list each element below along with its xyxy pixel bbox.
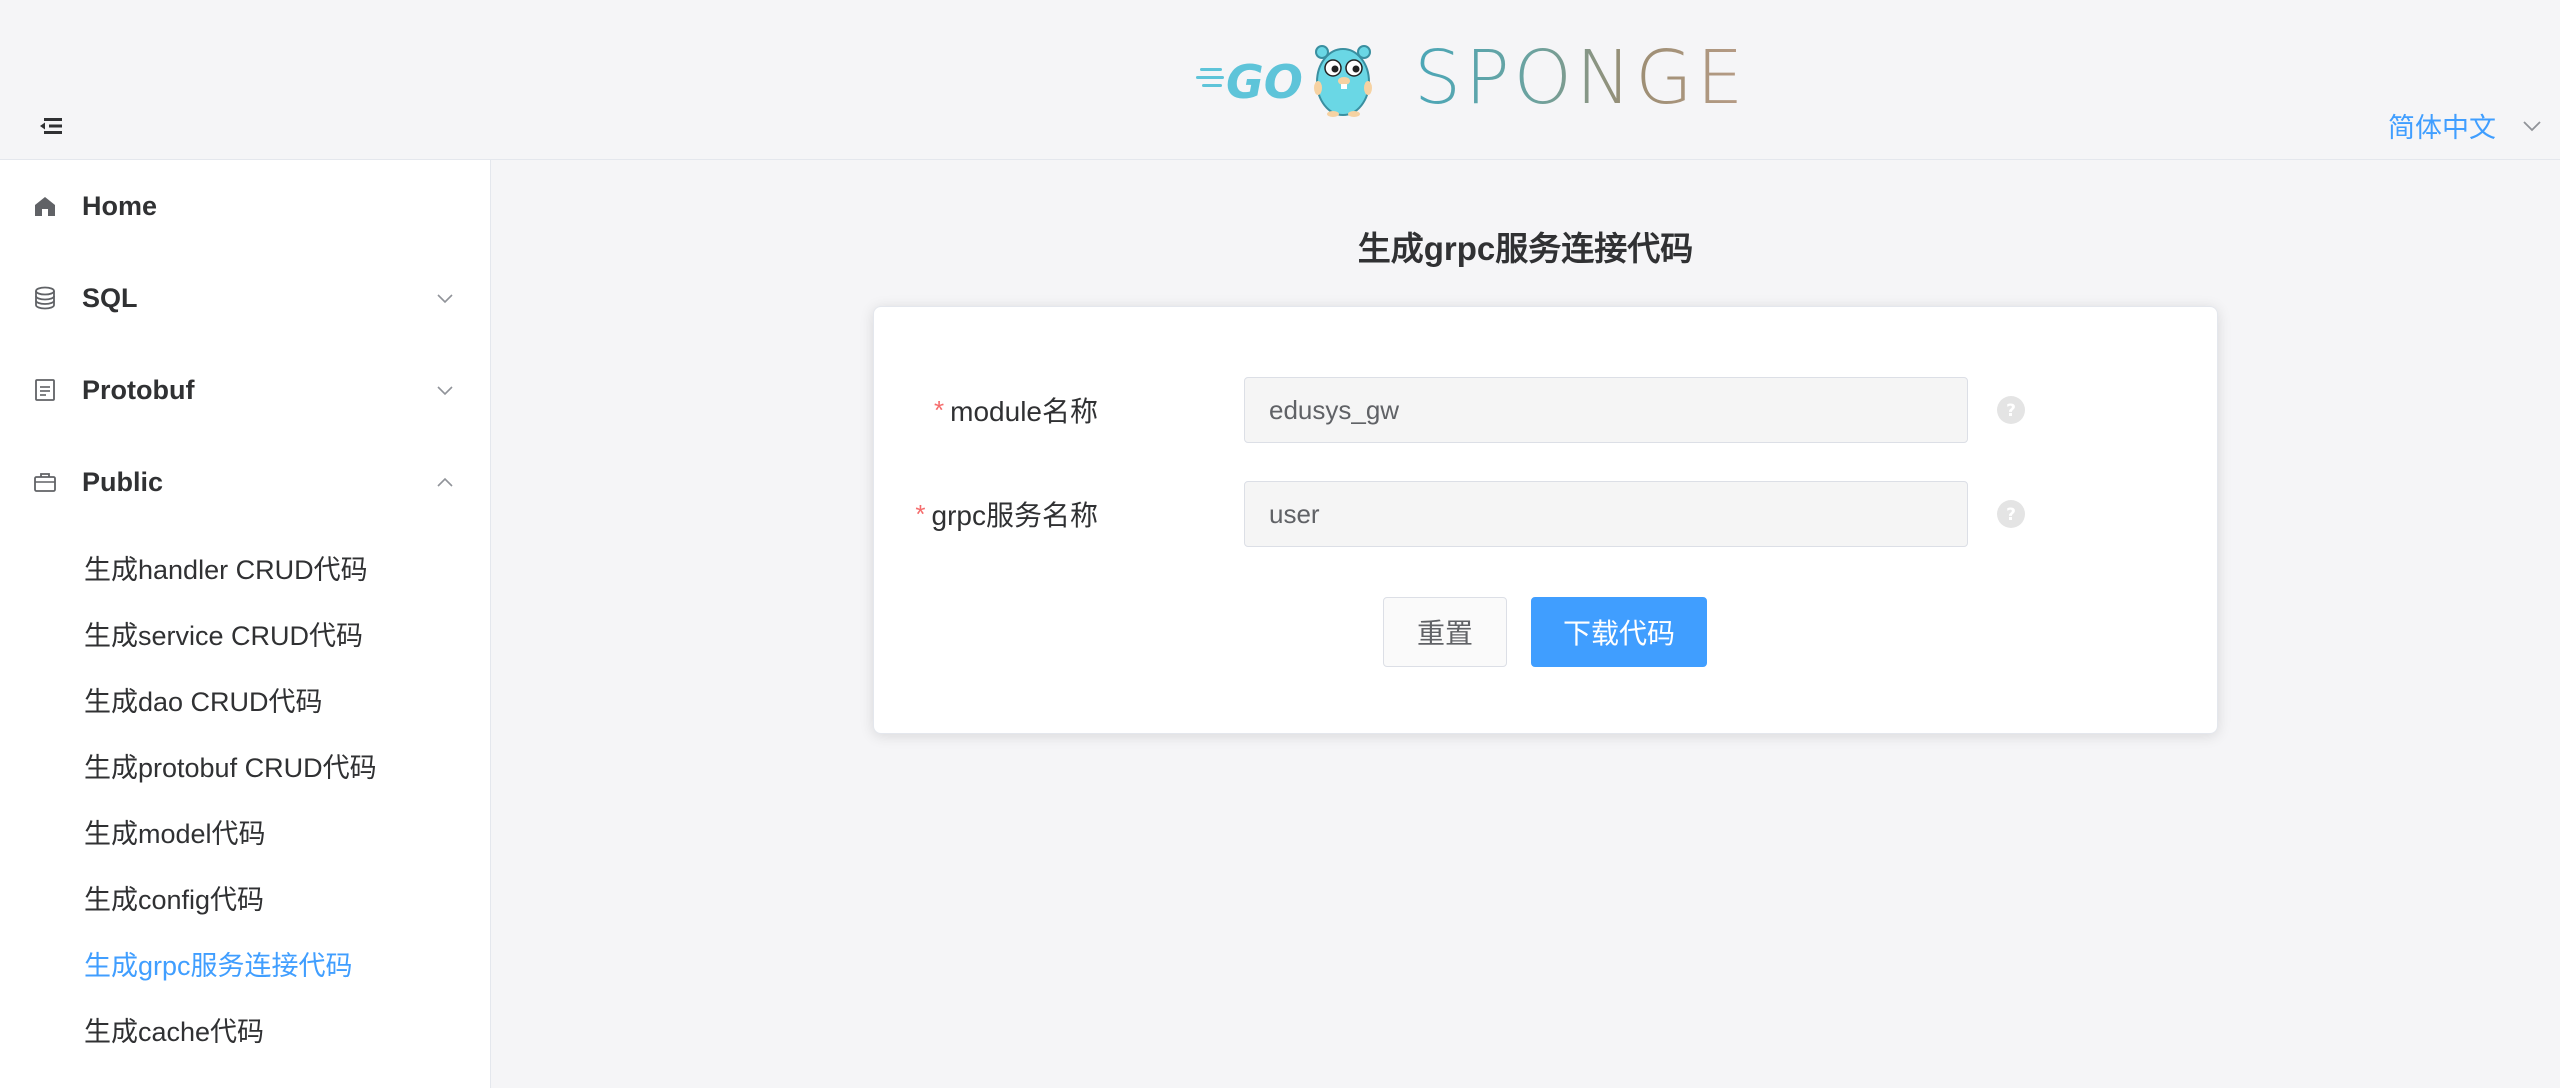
sidebar-subitem-protobuf-crud[interactable]: 生成protobuf CRUD代码 <box>0 732 490 798</box>
download-code-button[interactable]: 下载代码 <box>1531 597 1707 667</box>
sidebar-subitem-handler-crud[interactable]: 生成handler CRUD代码 <box>0 534 490 600</box>
chevron-down-icon <box>437 293 453 303</box>
help-icon[interactable]: ? <box>1996 499 2026 529</box>
sidebar-subitem-model[interactable]: 生成model代码 <box>0 798 490 864</box>
sidebar-subitem-label: 生成config代码 <box>84 884 265 915</box>
grpc-service-label-text: grpc服务名称 <box>931 500 1098 531</box>
chevron-down-icon <box>2523 120 2541 131</box>
page-title: 生成grpc服务连接代码 <box>1357 230 1694 267</box>
sidebar-item-home[interactable]: Home <box>0 160 490 252</box>
sidebar-subitem-config[interactable]: 生成config代码 <box>0 864 490 930</box>
module-name-label: * module名称 <box>934 377 1098 443</box>
sidebar-item-public[interactable]: Public <box>0 436 490 528</box>
sidebar-item-label: SQL <box>82 282 138 313</box>
collapse-sidebar-icon[interactable] <box>36 112 68 140</box>
sidebar-menu: Home SQL Protobuf Public 生成handler CRUD代… <box>0 160 491 1088</box>
grpc-service-input[interactable] <box>1244 481 1968 547</box>
sidebar-item-label: Public <box>82 466 164 497</box>
go-logo: GO <box>1196 38 1386 118</box>
sidebar-subitem-label: 生成protobuf CRUD代码 <box>84 752 377 783</box>
sidebar-subitem-service-crud[interactable]: 生成service CRUD代码 <box>0 600 490 666</box>
required-mark: * <box>934 394 945 425</box>
form-card: * module名称 ? * grpc服务名称 ? 重置 下载代码 <box>873 306 2218 734</box>
help-icon[interactable]: ? <box>1996 395 2026 425</box>
chevron-up-icon <box>437 477 453 487</box>
sponge-wordmark: SPONGE <box>1414 35 1748 121</box>
sidebar-subitem-label: 生成cache代码 <box>84 1016 265 1047</box>
sidebar-item-sql[interactable]: SQL <box>0 252 490 344</box>
reset-button[interactable]: 重置 <box>1383 597 1507 667</box>
chevron-down-icon <box>437 385 453 395</box>
database-icon <box>35 286 55 310</box>
svg-text:GO: GO <box>1226 55 1303 109</box>
sidebar-item-label: Protobuf <box>82 374 195 405</box>
sidebar-item-label: Home <box>82 190 158 221</box>
sidebar-subitem-dao-crud[interactable]: 生成dao CRUD代码 <box>0 666 490 732</box>
sidebar-subitem-label: 生成dao CRUD代码 <box>84 686 323 717</box>
briefcase-icon <box>34 473 56 492</box>
language-label: 简体中文 <box>2388 113 2496 143</box>
sidebar-subitem-grpc-conn[interactable]: 生成grpc服务连接代码 <box>0 930 490 996</box>
module-name-label-text: module名称 <box>950 396 1098 427</box>
gopher-icon: GO <box>1196 45 1372 117</box>
top-header: GO SPONGE 简体中文 <box>0 0 2560 160</box>
module-name-input[interactable] <box>1244 377 1968 443</box>
sidebar-subitem-label: 生成grpc服务连接代码 <box>84 950 353 981</box>
sidebar-item-protobuf[interactable]: Protobuf <box>0 344 490 436</box>
grpc-service-label: * grpc服务名称 <box>915 481 1098 547</box>
sidebar-subitem-label: 生成handler CRUD代码 <box>84 554 368 585</box>
sidebar-subitem-cache[interactable]: 生成cache代码 <box>0 996 490 1062</box>
svg-text:?: ? <box>2006 505 2016 525</box>
sidebar-subitem-label: 生成model代码 <box>84 818 266 849</box>
language-select[interactable]: 简体中文 <box>2388 106 2542 145</box>
sidebar-subitem-label: 生成service CRUD代码 <box>84 620 364 651</box>
required-mark: * <box>915 498 926 529</box>
svg-text:?: ? <box>2006 401 2016 421</box>
home-icon <box>35 197 55 216</box>
module-name-row: * module名称 ? <box>874 377 2219 443</box>
grpc-service-row: * grpc服务名称 ? <box>874 481 2219 547</box>
document-icon <box>35 379 55 401</box>
app-logo: GO SPONGE <box>1196 38 1747 118</box>
